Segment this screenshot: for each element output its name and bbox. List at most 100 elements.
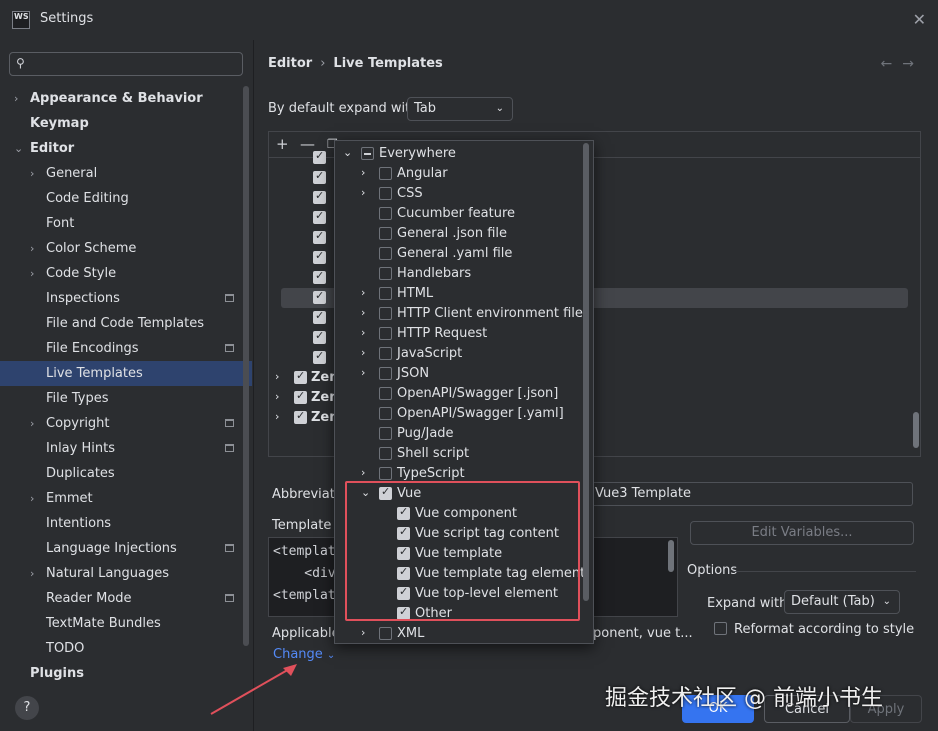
context-checkbox[interactable] bbox=[379, 427, 392, 440]
context-item[interactable]: General .yaml file bbox=[335, 244, 581, 264]
template-checkbox[interactable] bbox=[313, 269, 326, 284]
sidebar-item[interactable]: File Encodings bbox=[0, 336, 252, 361]
template-checkbox[interactable] bbox=[313, 229, 326, 244]
sidebar-item[interactable]: Intentions bbox=[0, 511, 252, 536]
sidebar-item[interactable]: › Copyright bbox=[0, 411, 252, 436]
chevron-right-icon[interactable]: › bbox=[361, 286, 365, 299]
sidebar-item[interactable]: Live Templates bbox=[0, 361, 252, 386]
chevron-right-icon[interactable]: › bbox=[275, 370, 279, 383]
template-checkbox[interactable] bbox=[313, 349, 326, 364]
sidebar-item[interactable]: TextMate Bundles bbox=[0, 611, 252, 636]
context-item[interactable]: › JavaScript bbox=[335, 344, 581, 364]
context-checkbox[interactable] bbox=[379, 307, 392, 320]
sidebar-scrollbar[interactable] bbox=[243, 86, 249, 646]
sidebar-item[interactable]: TODO bbox=[0, 636, 252, 661]
chevron-right-icon[interactable]: › bbox=[30, 486, 34, 511]
context-item[interactable]: General .json file bbox=[335, 224, 581, 244]
context-item[interactable]: › CSS bbox=[335, 184, 581, 204]
context-checkbox[interactable] bbox=[379, 247, 392, 260]
sidebar-item[interactable]: File Types bbox=[0, 386, 252, 411]
sidebar-item[interactable]: › Appearance & Behavior bbox=[0, 86, 252, 111]
chevron-right-icon[interactable]: › bbox=[30, 411, 34, 436]
sidebar-item[interactable]: › Code Style bbox=[0, 261, 252, 286]
forward-arrow-icon[interactable]: → bbox=[902, 56, 924, 72]
template-group-checkbox[interactable] bbox=[294, 389, 307, 404]
back-arrow-icon[interactable]: ← bbox=[881, 56, 903, 72]
template-checkbox[interactable] bbox=[313, 329, 326, 344]
expand-with-select[interactable]: Default (Tab) ⌄ bbox=[784, 590, 900, 614]
context-item[interactable]: › HTTP Request bbox=[335, 324, 581, 344]
chevron-right-icon[interactable]: › bbox=[361, 466, 365, 479]
context-item[interactable]: › HTTP Client environment file bbox=[335, 304, 583, 324]
context-item[interactable]: ⌄ Everywhere bbox=[335, 144, 581, 164]
context-item[interactable]: › Angular bbox=[335, 164, 581, 184]
sidebar-item[interactable]: › General bbox=[0, 161, 252, 186]
sidebar-item[interactable]: Keymap bbox=[0, 111, 252, 136]
context-checkbox[interactable] bbox=[361, 147, 374, 160]
chevron-right-icon[interactable]: › bbox=[361, 306, 365, 319]
context-checkbox[interactable] bbox=[379, 287, 392, 300]
context-checkbox[interactable] bbox=[379, 347, 392, 360]
context-item[interactable]: › HTML bbox=[335, 284, 581, 304]
template-checkbox[interactable] bbox=[313, 149, 326, 164]
sidebar-item[interactable]: Inspections bbox=[0, 286, 252, 311]
chevron-right-icon[interactable]: › bbox=[275, 390, 279, 403]
context-item[interactable]: Shell script bbox=[335, 444, 581, 464]
context-item[interactable]: › JSON bbox=[335, 364, 581, 384]
search-input[interactable]: ⚲ bbox=[9, 52, 243, 76]
sidebar-item[interactable]: Code Editing bbox=[0, 186, 252, 211]
chevron-right-icon[interactable]: › bbox=[14, 86, 18, 111]
sidebar-item[interactable]: File and Code Templates bbox=[0, 311, 252, 336]
template-text-scrollbar[interactable] bbox=[668, 540, 674, 572]
sidebar-item[interactable]: › Emmet bbox=[0, 486, 252, 511]
template-checkbox[interactable] bbox=[313, 309, 326, 324]
context-checkbox[interactable] bbox=[379, 407, 392, 420]
template-checkbox[interactable] bbox=[313, 189, 326, 204]
context-item[interactable]: OpenAPI/Swagger [.yaml] bbox=[335, 404, 581, 424]
context-item[interactable]: Pug/Jade bbox=[335, 424, 581, 444]
close-icon[interactable]: ✕ bbox=[913, 10, 926, 29]
chevron-right-icon[interactable]: › bbox=[361, 186, 365, 199]
template-checkbox[interactable] bbox=[313, 209, 326, 224]
context-item[interactable]: Handlebars bbox=[335, 264, 581, 284]
chevron-right-icon[interactable]: › bbox=[30, 261, 34, 286]
context-item[interactable]: › XML bbox=[335, 624, 581, 643]
context-checkbox[interactable] bbox=[379, 387, 392, 400]
chevron-right-icon[interactable]: › bbox=[30, 561, 34, 586]
popup-scrollbar[interactable] bbox=[583, 143, 589, 601]
context-checkbox[interactable] bbox=[379, 227, 392, 240]
template-group-checkbox[interactable] bbox=[294, 369, 307, 384]
context-checkbox[interactable] bbox=[379, 207, 392, 220]
sidebar-item[interactable]: Font bbox=[0, 211, 252, 236]
context-checkbox[interactable] bbox=[379, 327, 392, 340]
chevron-right-icon[interactable]: › bbox=[30, 236, 34, 261]
default-expand-select[interactable]: Tab ⌄ bbox=[407, 97, 513, 121]
sidebar-item[interactable]: Language Injections bbox=[0, 536, 252, 561]
chevron-right-icon[interactable]: › bbox=[361, 346, 365, 359]
breadcrumb-editor[interactable]: Editor bbox=[268, 56, 312, 71]
chevron-right-icon[interactable]: › bbox=[361, 166, 365, 179]
context-checkbox[interactable] bbox=[379, 367, 392, 380]
chevron-right-icon[interactable]: › bbox=[30, 161, 34, 186]
sidebar-item[interactable]: Inlay Hints bbox=[0, 436, 252, 461]
chevron-right-icon[interactable]: › bbox=[275, 410, 279, 423]
chevron-right-icon[interactable]: › bbox=[361, 366, 365, 379]
description-field[interactable]: Vue3 Template bbox=[588, 482, 913, 506]
template-checkbox[interactable] bbox=[313, 249, 326, 264]
context-checkbox[interactable] bbox=[379, 467, 392, 480]
context-checkbox[interactable] bbox=[379, 167, 392, 180]
chevron-right-icon[interactable]: › bbox=[361, 626, 365, 639]
context-item[interactable]: Cucumber feature bbox=[335, 204, 581, 224]
context-checkbox[interactable] bbox=[379, 187, 392, 200]
edit-variables-button[interactable]: Edit Variables... bbox=[690, 521, 914, 545]
context-checkbox[interactable] bbox=[379, 447, 392, 460]
sidebar-item[interactable]: Duplicates bbox=[0, 461, 252, 486]
context-checkbox[interactable] bbox=[379, 627, 392, 640]
sidebar-item[interactable]: ⌄ Editor bbox=[0, 136, 252, 161]
context-item[interactable]: OpenAPI/Swagger [.json] bbox=[335, 384, 581, 404]
chevron-down-icon[interactable]: ⌄ bbox=[343, 146, 352, 159]
sidebar-item[interactable]: › Natural Languages bbox=[0, 561, 252, 586]
sidebar-item[interactable]: Reader Mode bbox=[0, 586, 252, 611]
templates-scrollbar[interactable] bbox=[913, 412, 919, 448]
sidebar-item[interactable]: › Color Scheme bbox=[0, 236, 252, 261]
